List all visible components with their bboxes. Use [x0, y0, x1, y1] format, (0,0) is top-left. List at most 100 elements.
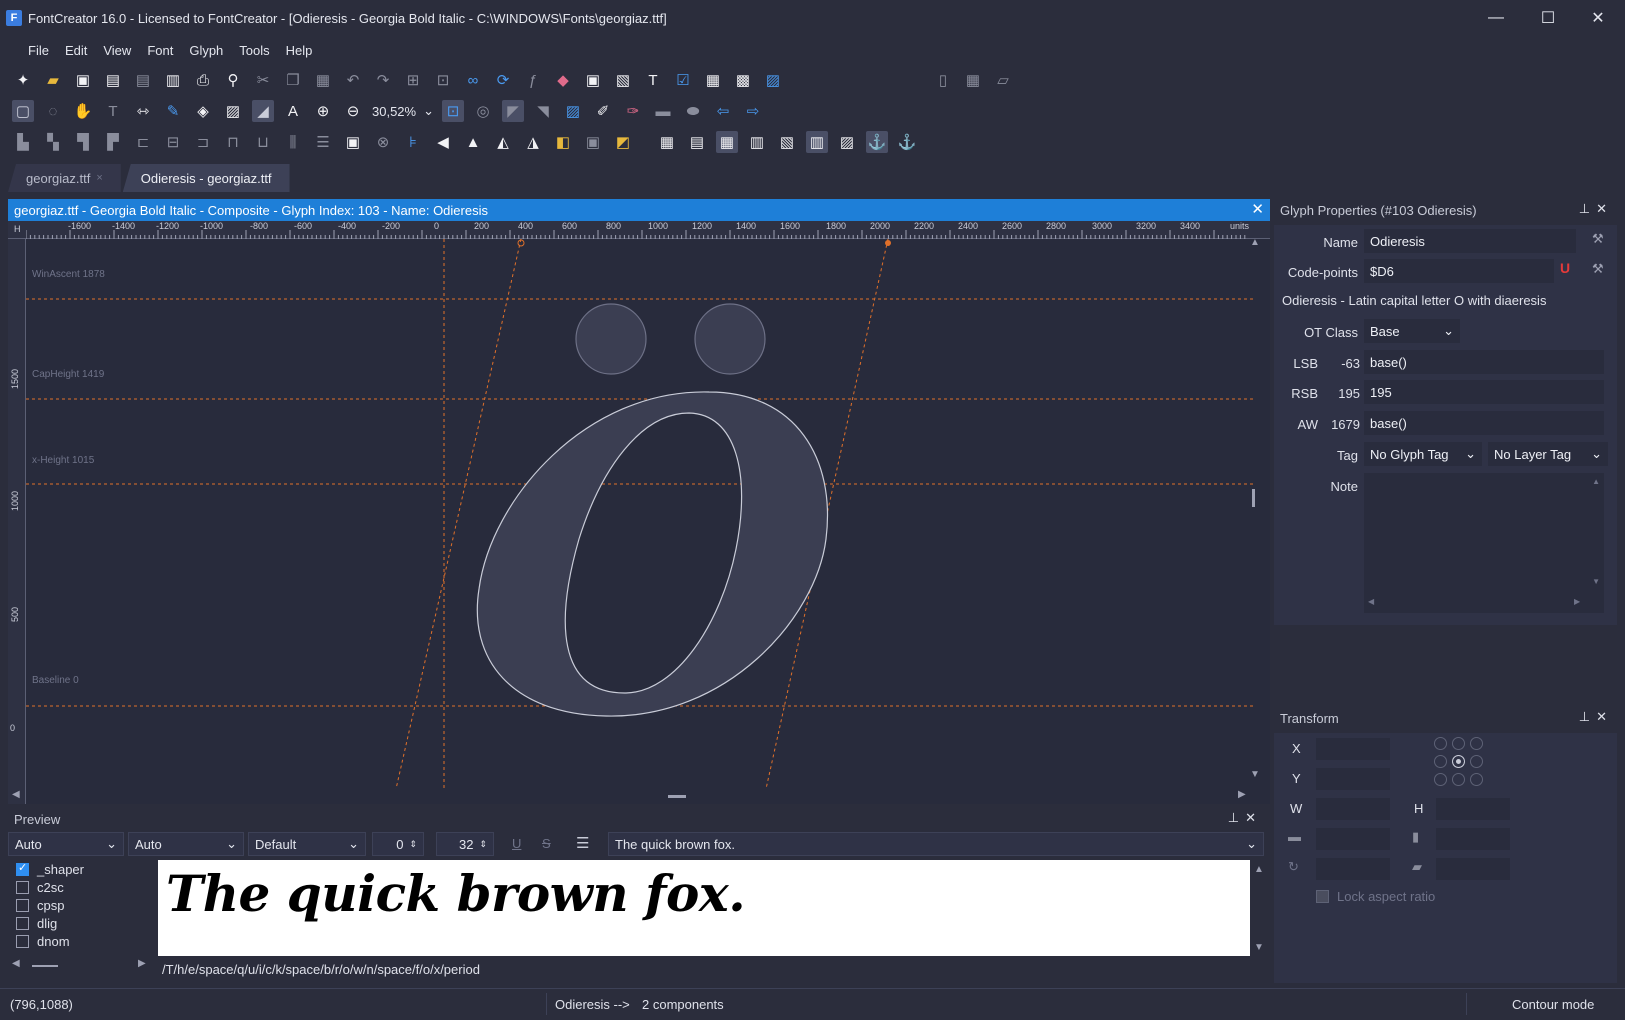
grid-lines-icon[interactable]: ▥ [746, 131, 768, 153]
anchor-icon[interactable]: ⚓ [866, 131, 888, 153]
vertical-scrollbar[interactable]: ▲ ▼ [1248, 237, 1262, 784]
scroll-right-icon[interactable]: ▶ [1574, 597, 1580, 606]
grid-columns-icon[interactable]: ▥ [806, 131, 828, 153]
hand-tool-icon[interactable]: ✋ [72, 100, 94, 122]
lsb-field[interactable]: base() [1364, 350, 1604, 374]
maximize-button[interactable]: ☐ [1523, 0, 1573, 36]
open-installed-icon[interactable]: ▣ [72, 69, 94, 91]
y-field[interactable] [1316, 768, 1390, 790]
feature-item[interactable]: _shaper [16, 860, 158, 878]
glyph-canvas[interactable]: H -1600 -1400 -1200 -1000 -800 -600 -400… [8, 221, 1270, 804]
checkbox[interactable] [16, 934, 29, 948]
print-icon[interactable]: ⎙ [192, 69, 214, 91]
preview-text-input[interactable]: The quick brown fox. ⌄ [608, 832, 1264, 856]
new-font-icon[interactable]: ✦ [12, 69, 34, 91]
underline-icon[interactable]: U [512, 836, 521, 851]
script-select[interactable]: Auto ⌄ [8, 832, 124, 856]
unlink-icon[interactable]: ⟳ [492, 69, 514, 91]
scroll-down-icon[interactable]: ▼ [1250, 769, 1260, 780]
menu-tools[interactable]: Tools [231, 43, 277, 58]
marker-icon[interactable]: ✑ [622, 100, 644, 122]
feature-item[interactable]: cpsp [16, 896, 158, 914]
eraser-icon[interactable]: ◆ [552, 69, 574, 91]
align-top-icon[interactable]: ⊓ [222, 131, 244, 153]
align-right-icon[interactable]: ⊐ [192, 131, 214, 153]
brush-icon[interactable]: ✐ [592, 100, 614, 122]
w-field[interactable] [1316, 798, 1390, 820]
image-tool-icon[interactable]: ▨ [222, 100, 244, 122]
pen-tool-icon[interactable]: ✎ [162, 100, 184, 122]
auto-name-icon[interactable]: ⚒ [1592, 231, 1604, 247]
rsb-field[interactable]: 195 [1364, 380, 1604, 404]
measure-tool-icon[interactable]: ⇿ [132, 100, 154, 122]
metrics-icon[interactable]: ▦ [962, 69, 984, 91]
import-image-icon[interactable]: ▯ [932, 69, 954, 91]
flip-h-icon[interactable]: ◀ [432, 131, 454, 153]
grid-guides-icon[interactable]: ▤ [686, 131, 708, 153]
menu-view[interactable]: View [95, 43, 139, 58]
pin-icon[interactable]: ⊥ [1579, 201, 1596, 216]
rotate-left-icon[interactable]: ◭ [492, 131, 514, 153]
previous-glyph-icon[interactable]: ⇦ [712, 100, 734, 122]
feature-item[interactable]: c2sc [16, 878, 158, 896]
background-image-icon[interactable]: ▨ [562, 100, 584, 122]
scroll-thumb[interactable] [32, 965, 58, 967]
slant-field[interactable] [1436, 858, 1510, 880]
flip-v-icon[interactable]: ▲ [462, 131, 484, 153]
feature-item[interactable]: dnom [16, 932, 158, 950]
distribute-icon[interactable]: ⫼ [282, 131, 304, 153]
select-contour-icon[interactable]: ◤ [502, 100, 524, 122]
rotate-right-icon[interactable]: ◮ [522, 131, 544, 153]
grid-metrics-icon[interactable]: ▦ [716, 131, 738, 153]
horizontal-scrollbar[interactable]: ◀ ▶ [12, 789, 1248, 803]
minimize-button[interactable]: — [1471, 0, 1521, 36]
kerning-icon[interactable]: ▱ [992, 69, 1014, 91]
close-icon[interactable]: ✕ [1596, 709, 1613, 724]
align-center-icon[interactable]: ⊟ [162, 131, 184, 153]
settings-icon[interactable]: ☰ [576, 834, 589, 852]
close-window-button[interactable]: ✕ [1573, 0, 1623, 36]
scroll-thumb[interactable] [668, 795, 686, 798]
stepper-icon[interactable]: ⇕ [479, 839, 487, 850]
strikethrough-icon[interactable]: S [542, 836, 551, 851]
size-stepper[interactable]: 32 ⇕ [436, 832, 494, 856]
intersect-icon[interactable]: ▣ [582, 131, 604, 153]
otclass-select[interactable]: Base ⌄ [1364, 319, 1460, 343]
insert-glyph-icon[interactable]: ⊞ [402, 69, 424, 91]
checkbox[interactable] [16, 861, 29, 876]
distribute-v-icon[interactable]: ☰ [312, 131, 334, 153]
ellipse-icon[interactable]: ⬬ [682, 100, 704, 122]
scroll-up-icon[interactable]: ▲ [1250, 237, 1260, 248]
scroll-left-icon[interactable]: ◀ [1368, 597, 1374, 606]
align-bottom-icon[interactable]: ⊔ [252, 131, 274, 153]
scroll-thumb[interactable] [1252, 489, 1255, 507]
subtract-icon[interactable]: ▛ [102, 131, 124, 153]
add-glyph-icon[interactable]: ⊡ [432, 69, 454, 91]
snap-icon[interactable]: ⊧ [402, 131, 424, 153]
aw-field[interactable]: base() [1364, 411, 1604, 435]
codepoints-field[interactable]: $D6 [1364, 259, 1554, 283]
zoom-out-icon[interactable]: ⊖ [342, 100, 364, 122]
language-select[interactable]: Auto ⌄ [128, 832, 244, 856]
pin-icon[interactable]: ⊥ [1579, 709, 1596, 724]
link-icon[interactable]: ∞ [462, 69, 484, 91]
checkbox[interactable] [1316, 890, 1329, 903]
note-textarea[interactable]: ▲ ▼ ◀ ▶ [1364, 473, 1604, 613]
zoom-select[interactable]: 30,52% ⌄ [368, 100, 438, 122]
properties-icon[interactable]: ▣ [582, 69, 604, 91]
origin-selector[interactable] [1434, 737, 1490, 793]
align-left-icon[interactable]: ⊏ [132, 131, 154, 153]
x-field[interactable] [1316, 738, 1390, 760]
fit-icon[interactable]: ⊡ [442, 100, 464, 122]
checkbox[interactable] [16, 916, 29, 930]
lock-aspect-checkbox[interactable]: Lock aspect ratio [1316, 889, 1435, 904]
tab-odieresis[interactable]: Odieresis - georgiaz.ttf [122, 164, 290, 192]
overlap-icon[interactable]: ◧ [552, 131, 574, 153]
save-all-icon[interactable]: ▤ [132, 69, 154, 91]
scroll-up-icon[interactable]: ▲ [1254, 864, 1264, 875]
test-icon[interactable]: ▩ [732, 69, 754, 91]
decompose-icon[interactable]: ⊗ [372, 131, 394, 153]
save-icon[interactable]: ▤ [102, 69, 124, 91]
skew-v-field[interactable] [1436, 828, 1510, 850]
glyph-icon[interactable]: ▣ [342, 131, 364, 153]
